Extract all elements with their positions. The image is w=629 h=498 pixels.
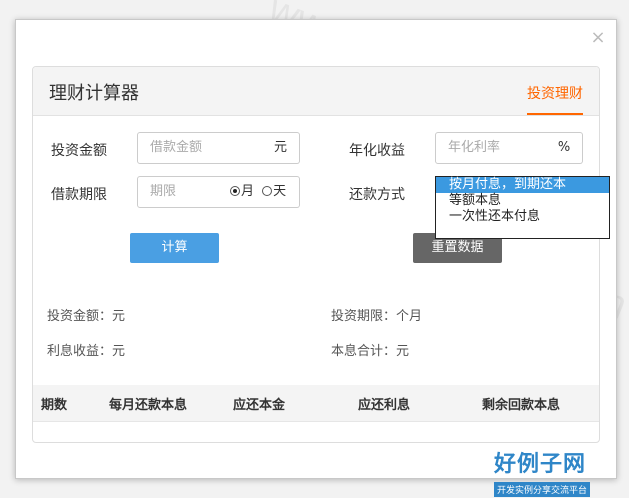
column-header: 应还利息 (358, 398, 411, 413)
radio-month-label: 月 (241, 184, 255, 199)
invest-amount-input[interactable]: 借款金额 (137, 132, 263, 164)
annual-yield-label: 年化收益 (349, 143, 405, 159)
period-unit-radios: 月 天 (218, 176, 300, 208)
column-header: 剩余回款本息 (482, 398, 561, 413)
result-invest-period: 投资期限：个月 (331, 309, 423, 324)
dropdown-option[interactable]: 按月付息，到期还本 (436, 177, 609, 193)
radio-month[interactable] (230, 186, 240, 196)
repay-method-dropdown[interactable]: 按月付息，到期还本 等额本息 一次性还本付息 (435, 176, 610, 239)
invest-amount-label: 投资金额 (51, 143, 107, 159)
period-input[interactable]: 期限 (137, 176, 219, 208)
site-logo: 好例子网 开发实例分享交流平台 (494, 446, 609, 497)
annual-yield-input[interactable]: 年化利率 (435, 132, 547, 164)
schedule-table-header: 期数 每月还款本息 应还本金 应还利息 剩余回款本息 (33, 385, 599, 422)
invest-amount-unit: 元 (262, 132, 300, 164)
result-interest: 利息收益：元 (47, 344, 126, 359)
calculate-button[interactable]: 计算 (130, 233, 219, 263)
repay-method-label: 还款方式 (349, 187, 405, 203)
dropdown-option[interactable]: 等额本息 (436, 193, 609, 209)
radio-day[interactable] (262, 186, 273, 196)
column-header: 期数 (41, 398, 68, 413)
logo-subtitle: 开发实例分享交流平台 (494, 482, 591, 497)
radio-day-label: 天 (273, 184, 287, 199)
tab-invest-finance[interactable]: 投资理财 (527, 83, 583, 115)
dropdown-option[interactable]: 一次性还本付息 (436, 209, 609, 225)
panel-title: 理财计算器 (49, 83, 139, 104)
period-label: 借款期限 (51, 187, 107, 203)
annual-yield-unit: % (546, 132, 583, 164)
calculator-panel: 理财计算器 投资理财 投资金额 借款金额 元 年化收益 年化利率 % 借款期限 … (32, 66, 600, 443)
panel-header: 理财计算器 投资理财 (33, 67, 599, 116)
column-header: 应还本金 (233, 398, 286, 413)
result-invest-amount: 投资金额：元 (47, 309, 126, 324)
logo-text: 好例子网 (494, 451, 587, 477)
calculator-dialog: × 理财计算器 投资理财 投资金额 借款金额 元 年化收益 年化利率 % 借款期… (15, 19, 617, 479)
close-icon[interactable]: × (590, 29, 606, 47)
column-header: 每月还款本息 (109, 398, 188, 413)
result-total: 本息合计：元 (331, 344, 410, 359)
